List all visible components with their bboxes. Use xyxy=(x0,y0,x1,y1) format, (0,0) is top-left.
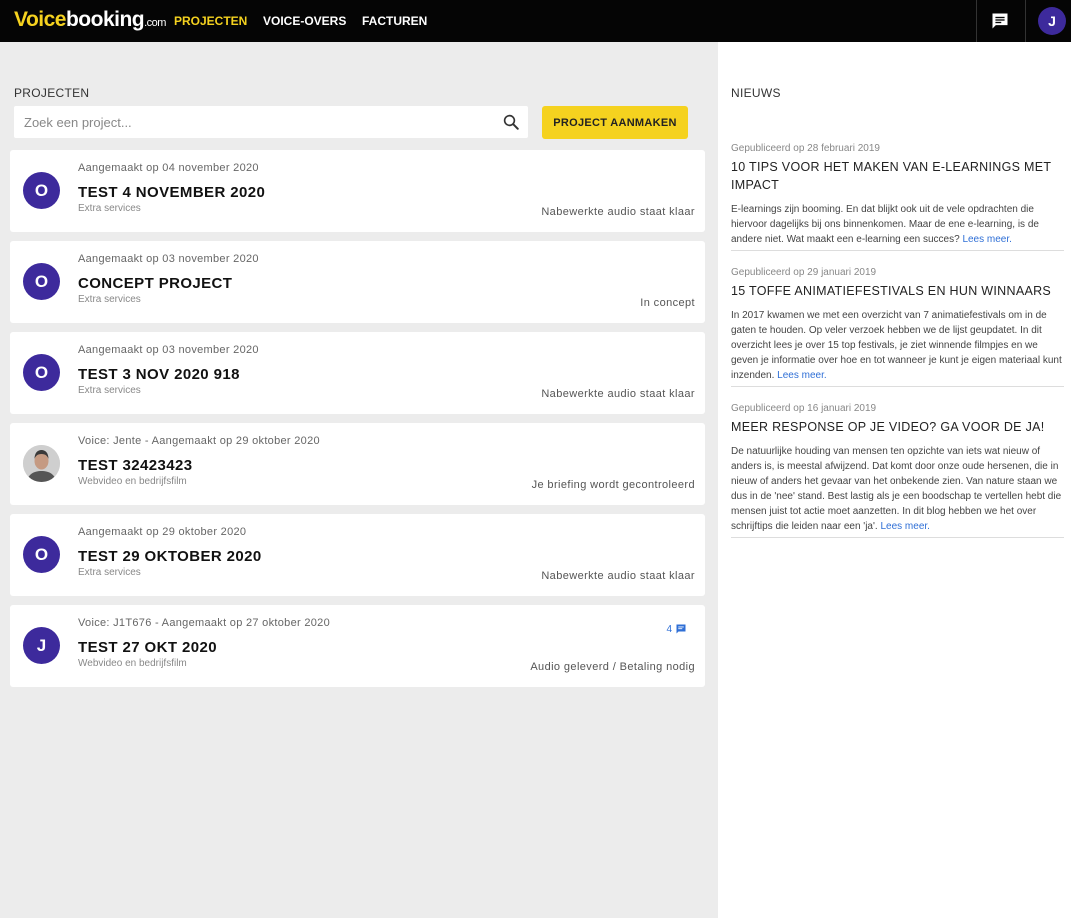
project-status: Nabewerkte audio staat klaar xyxy=(541,570,695,582)
project-category: Extra services xyxy=(78,567,141,578)
news-headline[interactable]: 15 TOFFE ANIMATIEFESTIVALS EN HUN WINNAA… xyxy=(731,282,1064,300)
project-category: Webvideo en bedrijfsfilm xyxy=(78,476,187,487)
project-status: Nabewerkte audio staat klaar xyxy=(541,388,695,400)
project-avatar: J xyxy=(23,627,60,664)
news-sidebar: NIEUWS Gepubliceerd op 28 februari 2019 … xyxy=(718,42,1071,918)
divider xyxy=(976,0,977,42)
read-more-link[interactable]: Lees meer. xyxy=(777,370,826,381)
project-card[interactable]: Voice: Jente - Aangemaakt op 29 oktober … xyxy=(10,423,705,505)
voice-actor-photo xyxy=(23,445,60,482)
project-status: Audio geleverd / Betaling nodig xyxy=(530,661,695,673)
news-article: Gepubliceerd op 16 januari 2019 MEER RES… xyxy=(731,403,1064,538)
project-title[interactable]: TEST 27 OKT 2020 xyxy=(78,639,217,656)
project-meta: Voice: Jente - Aangemaakt op 29 oktober … xyxy=(78,435,320,447)
projects-heading: PROJECTEN xyxy=(14,86,90,100)
project-status: Nabewerkte audio staat klaar xyxy=(541,206,695,218)
divider xyxy=(1025,0,1026,42)
news-headline[interactable]: 10 TIPS VOOR HET MAKEN VAN E-LEARNINGS M… xyxy=(731,158,1064,194)
message-count[interactable]: 4 xyxy=(666,623,687,635)
project-avatar: O xyxy=(23,172,60,209)
project-status: In concept xyxy=(640,297,695,309)
project-title[interactable]: CONCEPT PROJECT xyxy=(78,275,232,292)
project-avatar: O xyxy=(23,263,60,300)
project-title[interactable]: TEST 4 NOVEMBER 2020 xyxy=(78,184,265,201)
project-avatar: O xyxy=(23,354,60,391)
project-status: Je briefing wordt gecontroleerd xyxy=(531,479,695,491)
project-category: Extra services xyxy=(78,385,141,396)
search-input[interactable] xyxy=(24,106,494,138)
news-excerpt: De natuurlijke houding van mensen ten op… xyxy=(731,446,1062,532)
project-category: Extra services xyxy=(78,294,141,305)
project-card[interactable]: O Aangemaakt op 29 oktober 2020 TEST 29 … xyxy=(10,514,705,596)
project-card[interactable]: J Voice: J1T676 - Aangemaakt op 27 oktob… xyxy=(10,605,705,687)
person-icon xyxy=(23,445,60,482)
nav-voice-overs[interactable]: VOICE-OVERS xyxy=(263,14,346,28)
news-heading: NIEUWS xyxy=(731,86,781,100)
news-excerpt: In 2017 kwamen we met een overzicht van … xyxy=(731,310,1062,381)
voicebooking-logo[interactable]: Voicebooking.com xyxy=(14,8,166,32)
project-category: Extra services xyxy=(78,203,141,214)
project-card[interactable]: O Aangemaakt op 04 november 2020 TEST 4 … xyxy=(10,150,705,232)
news-date: Gepubliceerd op 28 februari 2019 xyxy=(731,143,880,154)
project-title[interactable]: TEST 3 NOV 2020 918 xyxy=(78,366,240,383)
chat-icon xyxy=(676,624,686,634)
create-project-button[interactable]: PROJECT AANMAKEN xyxy=(542,106,688,139)
project-avatar: O xyxy=(23,536,60,573)
project-card[interactable]: O Aangemaakt op 03 november 2020 CONCEPT… xyxy=(10,241,705,323)
chat-icon[interactable] xyxy=(990,11,1010,31)
project-title[interactable]: TEST 29 OKTOBER 2020 xyxy=(78,548,262,565)
read-more-link[interactable]: Lees meer. xyxy=(880,521,929,532)
news-article: Gepubliceerd op 29 januari 2019 15 TOFFE… xyxy=(731,267,1064,387)
read-more-link[interactable]: Lees meer. xyxy=(962,234,1011,245)
project-meta: Voice: J1T676 - Aangemaakt op 27 oktober… xyxy=(78,617,330,629)
news-article: Gepubliceerd op 28 februari 2019 10 TIPS… xyxy=(731,143,1064,251)
top-bar: Voicebooking.com PROJECTEN VOICE-OVERS F… xyxy=(0,0,1071,42)
project-meta: Aangemaakt op 03 november 2020 xyxy=(78,344,259,356)
message-count-value: 4 xyxy=(666,623,672,635)
nav-projecten[interactable]: PROJECTEN xyxy=(174,14,247,28)
project-meta: Aangemaakt op 29 oktober 2020 xyxy=(78,526,247,538)
search-icon[interactable] xyxy=(502,113,520,131)
project-title[interactable]: TEST 32423423 xyxy=(78,457,192,474)
project-card[interactable]: O Aangemaakt op 03 november 2020 TEST 3 … xyxy=(10,332,705,414)
project-meta: Aangemaakt op 04 november 2020 xyxy=(78,162,259,174)
news-headline[interactable]: MEER RESPONSE OP JE VIDEO? GA VOOR DE JA… xyxy=(731,418,1064,436)
project-meta: Aangemaakt op 03 november 2020 xyxy=(78,253,259,265)
user-avatar[interactable]: J xyxy=(1038,7,1066,35)
nav-facturen[interactable]: FACTUREN xyxy=(362,14,427,28)
news-date: Gepubliceerd op 16 januari 2019 xyxy=(731,403,877,414)
search-box xyxy=(14,106,528,138)
project-category: Webvideo en bedrijfsfilm xyxy=(78,658,187,669)
news-excerpt: E-learnings zijn booming. En dat blijkt … xyxy=(731,204,1039,245)
news-date: Gepubliceerd op 29 januari 2019 xyxy=(731,267,877,278)
